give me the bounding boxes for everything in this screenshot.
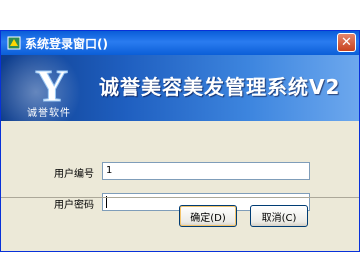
cancel-button[interactable]: 取消(C): [250, 205, 308, 227]
company-name: 诚誉软件: [27, 108, 71, 119]
system-title: 诚誉美容美发管理系统V2: [99, 75, 341, 99]
logo-letter: Y: [35, 60, 68, 105]
app-icon: [7, 36, 21, 50]
company-logo-icon: Y: [35, 60, 69, 106]
user-id-value: 1: [106, 165, 113, 176]
login-window: 系统登录窗口() ✕ Y 诚誉软件 诚誉美容美发管理系统V2 用户编号 1 用户…: [0, 30, 360, 252]
close-icon: ✕: [341, 35, 352, 50]
user-id-label: 用户编号: [54, 169, 94, 180]
bottom-margin: [0, 252, 360, 270]
window-title: 系统登录窗口(): [25, 36, 108, 51]
close-button[interactable]: ✕: [337, 33, 356, 52]
footer-divider: [1, 197, 359, 198]
password-label: 用户密码: [54, 200, 94, 211]
user-id-row: 用户编号 1: [1, 162, 359, 182]
header-banner: Y 诚誉软件 诚誉美容美发管理系统V2: [1, 55, 359, 121]
user-id-input[interactable]: 1: [102, 162, 310, 180]
ok-button[interactable]: 确定(D): [179, 205, 237, 227]
title-bar[interactable]: 系统登录窗口() ✕: [1, 31, 359, 55]
